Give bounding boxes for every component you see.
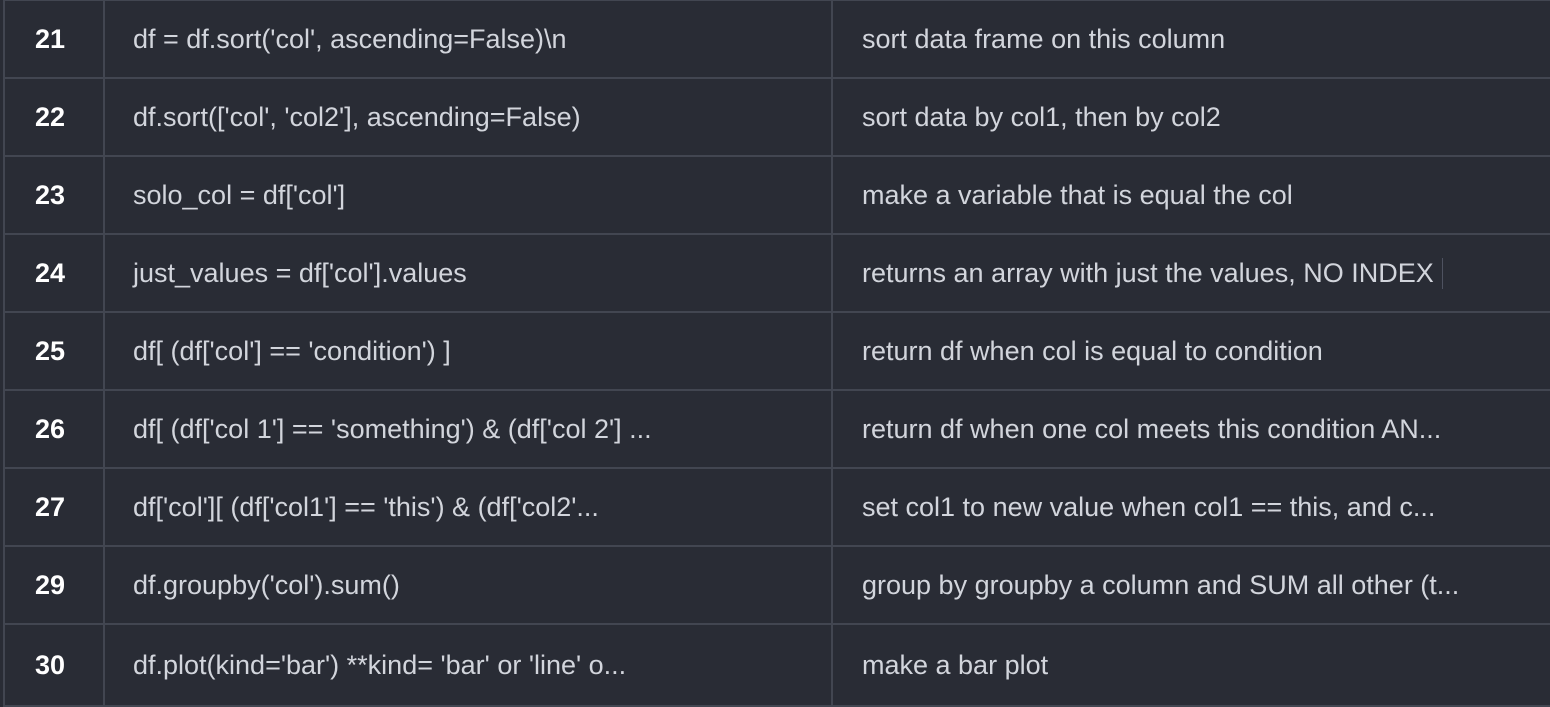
description-cell[interactable]: make a variable that is equal the col bbox=[831, 157, 1550, 233]
description-cell[interactable]: return df when col is equal to condition bbox=[831, 313, 1550, 389]
row-number: 30 bbox=[3, 625, 103, 705]
table-row[interactable]: 29 df.groupby('col').sum() group by grou… bbox=[3, 547, 1550, 625]
code-cell[interactable]: df[ (df['col 1'] == 'something') & (df['… bbox=[103, 391, 831, 467]
row-number: 23 bbox=[3, 157, 103, 233]
description-cell[interactable]: sort data by col1, then by col2 bbox=[831, 79, 1550, 155]
table-row[interactable]: 30 df.plot(kind='bar') **kind= 'bar' or … bbox=[3, 625, 1550, 707]
description-text: return df when col is equal to condition bbox=[862, 335, 1323, 366]
row-number: 22 bbox=[3, 79, 103, 155]
table-row[interactable]: 23 solo_col = df['col'] make a variable … bbox=[3, 157, 1550, 235]
table-row[interactable]: 22 df.sort(['col', 'col2'], ascending=Fa… bbox=[3, 79, 1550, 157]
code-cell[interactable]: df[ (df['col'] == 'condition') ] bbox=[103, 313, 831, 389]
code-cell[interactable]: df = df.sort('col', ascending=False)\n bbox=[103, 1, 831, 77]
table-row[interactable]: 25 df[ (df['col'] == 'condition') ] retu… bbox=[3, 313, 1550, 391]
code-cell[interactable]: solo_col = df['col'] bbox=[103, 157, 831, 233]
row-number: 27 bbox=[3, 469, 103, 545]
description-cell[interactable]: return df when one col meets this condit… bbox=[831, 391, 1550, 467]
table-row[interactable]: 27 df['col'][ (df['col1'] == 'this') & (… bbox=[3, 469, 1550, 547]
description-text: set col1 to new value when col1 == this,… bbox=[862, 491, 1436, 522]
table-row[interactable]: 24 just_values = df['col'].values return… bbox=[3, 235, 1550, 313]
description-text: sort data frame on this column bbox=[862, 23, 1226, 54]
description-text: sort data by col1, then by col2 bbox=[862, 101, 1221, 132]
code-cell[interactable]: df.plot(kind='bar') **kind= 'bar' or 'li… bbox=[103, 625, 831, 705]
description-cell[interactable]: sort data frame on this column bbox=[831, 1, 1550, 77]
row-number: 29 bbox=[3, 547, 103, 623]
row-number: 24 bbox=[3, 235, 103, 311]
description-cell[interactable]: set col1 to new value when col1 == this,… bbox=[831, 469, 1550, 545]
description-text: make a bar plot bbox=[862, 649, 1049, 680]
code-cell[interactable]: df['col'][ (df['col1'] == 'this') & (df[… bbox=[103, 469, 831, 545]
code-cell[interactable]: df.groupby('col').sum() bbox=[103, 547, 831, 623]
code-cell[interactable]: just_values = df['col'].values bbox=[103, 235, 831, 311]
row-number: 25 bbox=[3, 313, 103, 389]
description-cell[interactable]: make a bar plot bbox=[831, 625, 1550, 705]
description-text: returns an array with just the values, N… bbox=[862, 257, 1443, 289]
row-number: 21 bbox=[3, 1, 103, 77]
row-number: 26 bbox=[3, 391, 103, 467]
table-row[interactable]: 21 df = df.sort('col', ascending=False)\… bbox=[3, 1, 1550, 79]
description-text: make a variable that is equal the col bbox=[862, 179, 1293, 210]
table-row[interactable]: 26 df[ (df['col 1'] == 'something') & (d… bbox=[3, 391, 1550, 469]
description-cell[interactable]: returns an array with just the values, N… bbox=[831, 235, 1550, 311]
data-table: 21 df = df.sort('col', ascending=False)\… bbox=[3, 0, 1550, 707]
code-cell[interactable]: df.sort(['col', 'col2'], ascending=False… bbox=[103, 79, 831, 155]
description-text: return df when one col meets this condit… bbox=[862, 413, 1442, 444]
description-cell[interactable]: group by groupby a column and SUM all ot… bbox=[831, 547, 1550, 623]
description-text: group by groupby a column and SUM all ot… bbox=[862, 569, 1460, 600]
